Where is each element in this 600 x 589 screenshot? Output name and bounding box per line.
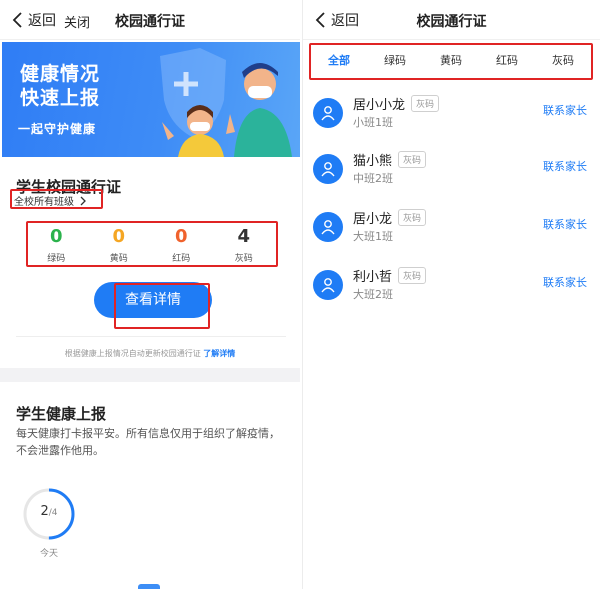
learn-more-link[interactable]: 了解详情: [203, 349, 235, 358]
section-divider: [0, 368, 300, 382]
banner-line-1: 健康情况: [20, 63, 101, 85]
student-name-row: 猫小熊 灰码: [353, 150, 427, 169]
list-item[interactable]: 猫小熊 灰码 中班2班 联系家长: [303, 146, 600, 202]
avatar: [313, 154, 343, 184]
page-title: 校园通行证: [416, 14, 487, 30]
student-name: 利小哲: [353, 270, 393, 285]
student-name: 居小小龙: [353, 98, 406, 113]
avatar: [313, 270, 343, 300]
avatar: [313, 212, 343, 242]
student-class: 中班2班: [353, 172, 393, 185]
student-name: 居小龙: [353, 212, 393, 227]
list-item[interactable]: 居小小龙 灰码 小班1班 联系家长: [303, 90, 600, 146]
button-highlight-box: [114, 283, 210, 329]
scope-highlight-box: [10, 189, 103, 209]
health-report-description: 每天健康打卡报平安。所有信息仅用于组织了解疫情，不会泄露作他用。: [16, 427, 280, 457]
avatar: [313, 98, 343, 128]
user-icon: [321, 278, 335, 293]
contact-parent-button[interactable]: 联系家长: [543, 216, 587, 232]
cropped-icon: [138, 584, 160, 589]
user-icon: [321, 220, 335, 235]
progress-total: /4: [48, 508, 58, 518]
tabs-highlight-box: [309, 43, 593, 80]
left-navbar: 返回 关闭 校园通行证: [0, 0, 300, 40]
banner-slogan: 一起守护健康: [18, 122, 97, 136]
student-class: 大班1班: [353, 230, 393, 243]
banner-line-2: 快速上报: [20, 87, 101, 109]
contact-parent-button[interactable]: 联系家长: [543, 274, 587, 290]
list-item[interactable]: 利小哲 灰码 大班2班 联系家长: [303, 262, 600, 318]
today-label: 今天: [39, 549, 58, 559]
right-screen: 返回 校园通行证 全部 绿码 黄码 红码 灰码 居小小龙 灰码 小班1班 联系家长…: [302, 0, 600, 589]
student-name: 猫小熊: [353, 154, 393, 169]
user-icon: [321, 106, 335, 121]
health-report-title: 学生健康上报: [16, 405, 107, 423]
status-badge: 灰码: [398, 209, 427, 226]
user-icon: [321, 162, 335, 177]
status-badge: 灰码: [398, 267, 427, 284]
progress-count: 2/4: [22, 504, 76, 519]
contact-parent-button[interactable]: 联系家长: [543, 102, 587, 118]
masked-people-illustration: [160, 48, 292, 157]
stats-highlight-box: [26, 221, 278, 267]
student-name-row: 利小哲 灰码: [353, 266, 427, 285]
status-badge: 灰码: [411, 95, 440, 112]
update-note-text: 根据健康上报情况自动更新校园通行证: [64, 349, 201, 358]
right-navbar: 返回 校园通行证: [303, 0, 600, 40]
divider: [16, 336, 286, 337]
page-title: 校园通行证: [115, 14, 185, 30]
update-note: 根据健康上报情况自动更新校园通行证 了解详情: [0, 348, 300, 359]
health-banner[interactable]: 健康情况 快速上报 一起守护健康: [2, 42, 300, 157]
status-badge: 灰码: [398, 151, 427, 168]
student-name-row: 居小小龙 灰码: [353, 94, 440, 113]
left-screen: 返回 关闭 校园通行证 健康情况 快速上报 一起守护健康 学生校园通行证 全校所…: [0, 0, 300, 589]
student-class: 大班2班: [353, 288, 393, 301]
contact-parent-button[interactable]: 联系家长: [543, 158, 587, 174]
student-class: 小班1班: [353, 116, 393, 129]
progress-done: 2: [40, 504, 49, 519]
list-item[interactable]: 居小龙 灰码 大班1班 联系家长: [303, 204, 600, 260]
student-name-row: 居小龙 灰码: [353, 208, 427, 227]
banner-headline: 健康情况 快速上报: [20, 62, 100, 110]
